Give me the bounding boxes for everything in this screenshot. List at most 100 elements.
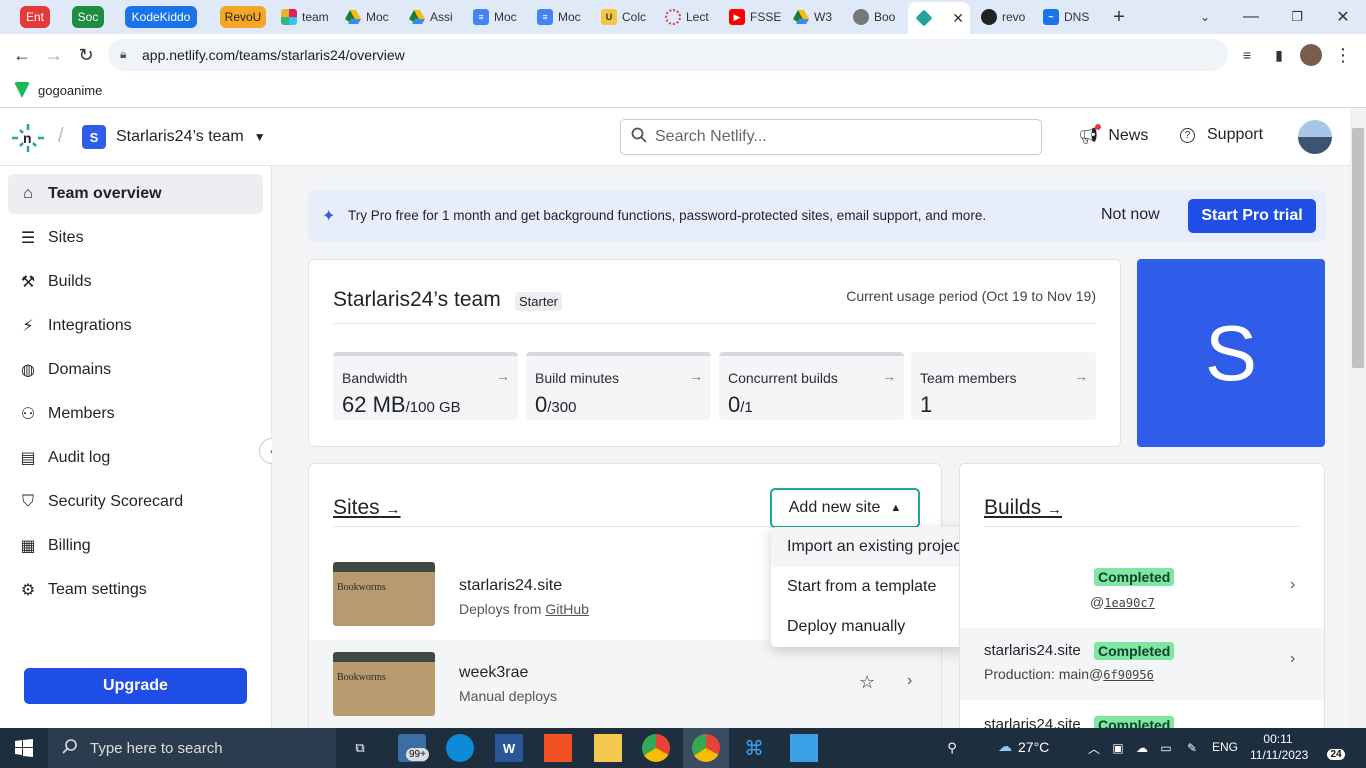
stat-value: 1 [920,392,932,418]
start-pro-trial-button[interactable]: Start Pro trial [1188,199,1316,233]
word-icon[interactable]: W [495,734,523,762]
browser-tab[interactable]: revo [975,3,1035,31]
browser-tab[interactable]: ≡ Moc [531,3,591,31]
tab-search-chevron-icon[interactable]: ⌄ [1194,6,1216,28]
sidebar-item-billing[interactable]: ▦ Billing [8,526,263,566]
sidebar-item-domains[interactable]: ◍ Domains [8,350,263,390]
sidebar-item-security-scorecard[interactable]: ⛉ Security Scorecard [8,482,263,522]
browser-tab[interactable]: ~ DNS [1037,3,1097,31]
sidebar-item-label: Integrations [48,317,132,334]
mail-icon[interactable]: 99+ [398,734,429,762]
build-branch: @ [1090,594,1105,610]
sidebar-item-label: Security Scorecard [48,493,184,510]
chrome-icon[interactable] [642,734,670,762]
sidebar-item-team-overview[interactable]: ⌂ Team overview [8,174,263,214]
photos-icon[interactable] [790,734,818,762]
browser-tab[interactable]: ▶ FSSE [723,3,783,31]
home-icon: ⌂ [23,185,33,202]
stat-build-minutes[interactable]: Build minutes → 0/300 [526,352,711,420]
browser-tab[interactable]: Moc [339,3,399,31]
tab-title: team [302,10,329,24]
chevron-right-icon[interactable]: › [907,672,912,690]
not-now-button[interactable]: Not now [1101,206,1160,224]
store-icon[interactable] [544,734,572,762]
minimize-button[interactable]: — [1240,6,1262,28]
stat-concurrent-builds[interactable]: Concurrent builds → 0/1 [719,352,904,420]
tab-group-ent[interactable]: Ent [20,6,50,28]
netlify-logo-icon[interactable]: n [12,124,44,157]
forward-button[interactable]: → [43,44,65,66]
browser-tab[interactable]: ≡ Moc [467,3,527,31]
team-switcher[interactable]: S Starlaris24’s team ▼ [82,125,266,149]
clock[interactable]: 00:11 11/11/2023 [1250,731,1308,763]
edge-icon[interactable] [446,734,474,762]
sidebar-item-members[interactable]: ⚇ Members [8,394,263,434]
windows-start-icon[interactable] [10,734,38,762]
people-icon[interactable]: ⚲ [938,734,966,762]
site-thumbnail: Bookworms [333,652,435,716]
weather-widget[interactable]: ☁ 27°C [998,738,1049,755]
commit-link[interactable]: 6f90956 [1103,668,1154,682]
star-icon[interactable]: ☆ [859,672,875,693]
back-button[interactable]: ← [11,44,33,66]
build-row[interactable]: Completed @1ea90c7 › [960,554,1324,626]
battery-icon[interactable]: ▭ [1152,734,1180,762]
sidebar-item-integrations[interactable]: ⚡︎ Integrations [8,306,263,346]
sidebar-item-sites[interactable]: ☰ Sites [8,218,263,258]
stat-value: 62 MB/100 GB [342,392,461,418]
scrollbar-thumb[interactable] [1352,128,1364,368]
support-button[interactable]: ? Support [1180,126,1263,144]
add-new-site-button[interactable]: Add new site ▲ [770,488,920,528]
browser-tab-active[interactable]: ✕ [908,2,970,34]
browser-tab[interactable]: Boo [847,3,907,31]
bookmark-item[interactable]: gogoanime [14,82,102,98]
site-row[interactable]: Bookworms week3rae Manual deploys ☆ › [309,640,941,728]
divider [984,526,1300,527]
media-queue-icon[interactable]: ≡ [1236,44,1258,66]
tab-group-revou[interactable]: RevoU [220,6,266,28]
browser-tab[interactable]: W3 [787,3,847,31]
browser-menu-icon[interactable]: ⋮ [1332,44,1354,66]
reload-button[interactable]: ↻ [75,44,97,66]
github-link[interactable]: GitHub [545,601,589,617]
new-tab-button[interactable]: + [1108,6,1130,28]
sidebar-item-team-settings[interactable]: ⚙ Team settings [8,570,263,610]
commit-link[interactable]: 1ea90c7 [1104,596,1155,610]
address-bar[interactable]: 🔒︎ app.netlify.com/teams/starlaris24/ove… [108,39,1228,71]
sidebar-item-audit-log[interactable]: ▤ Audit log [8,438,263,478]
build-row[interactable]: starlaris24.site Completed [960,704,1324,728]
user-avatar[interactable] [1298,120,1332,154]
close-window-button[interactable]: ✕ [1332,6,1354,28]
language-indicator[interactable]: ENG [1212,740,1238,754]
close-icon[interactable]: ✕ [952,10,964,27]
pen-icon[interactable]: ✎ [1178,734,1206,762]
taskbar-active-app[interactable] [683,728,729,768]
site-name[interactable]: week3rae [459,664,528,682]
sidebar-item-builds[interactable]: ⚒ Builds [8,262,263,302]
browser-tab[interactable]: Assi [403,3,463,31]
vscode-icon[interactable]: ⌘ [740,734,768,762]
build-row[interactable]: starlaris24.site Completed Production: m… [960,628,1324,700]
taskbar-search-input[interactable]: Type here to search [48,728,336,768]
side-panel-icon[interactable]: ▮ [1268,44,1290,66]
stat-bandwidth[interactable]: Bandwidth → 62 MB/100 GB [333,352,518,420]
task-view-icon[interactable]: ⧉ [346,734,374,762]
restore-button[interactable]: ❐ [1286,6,1308,28]
file-explorer-icon[interactable] [594,734,622,762]
upgrade-button[interactable]: Upgrade [24,668,247,704]
sites-title-link[interactable]: Sites → [333,496,401,520]
tab-group-kodekiddo[interactable]: KodeKiddo [125,6,197,28]
browser-tab[interactable]: U Colc [595,3,655,31]
pro-trial-banner: ✦ Try Pro free for 1 month and get backg… [308,190,1326,242]
stat-team-members[interactable]: Team members → 1 [911,352,1096,420]
browser-tab[interactable]: Lect [659,3,719,31]
builds-title-link[interactable]: Builds → [984,496,1062,520]
notification-center-icon[interactable]: 24 [1322,736,1350,760]
site-name[interactable]: starlaris24.site [459,577,562,595]
news-button[interactable]: 📢︎ News [1078,124,1148,146]
profile-avatar[interactable] [1300,44,1322,66]
search-input[interactable]: Search Netlify... [620,119,1042,155]
sidebar-item-label: Builds [48,273,92,290]
browser-tab[interactable]: team [275,3,335,31]
tab-group-soc[interactable]: Soc [72,6,104,28]
